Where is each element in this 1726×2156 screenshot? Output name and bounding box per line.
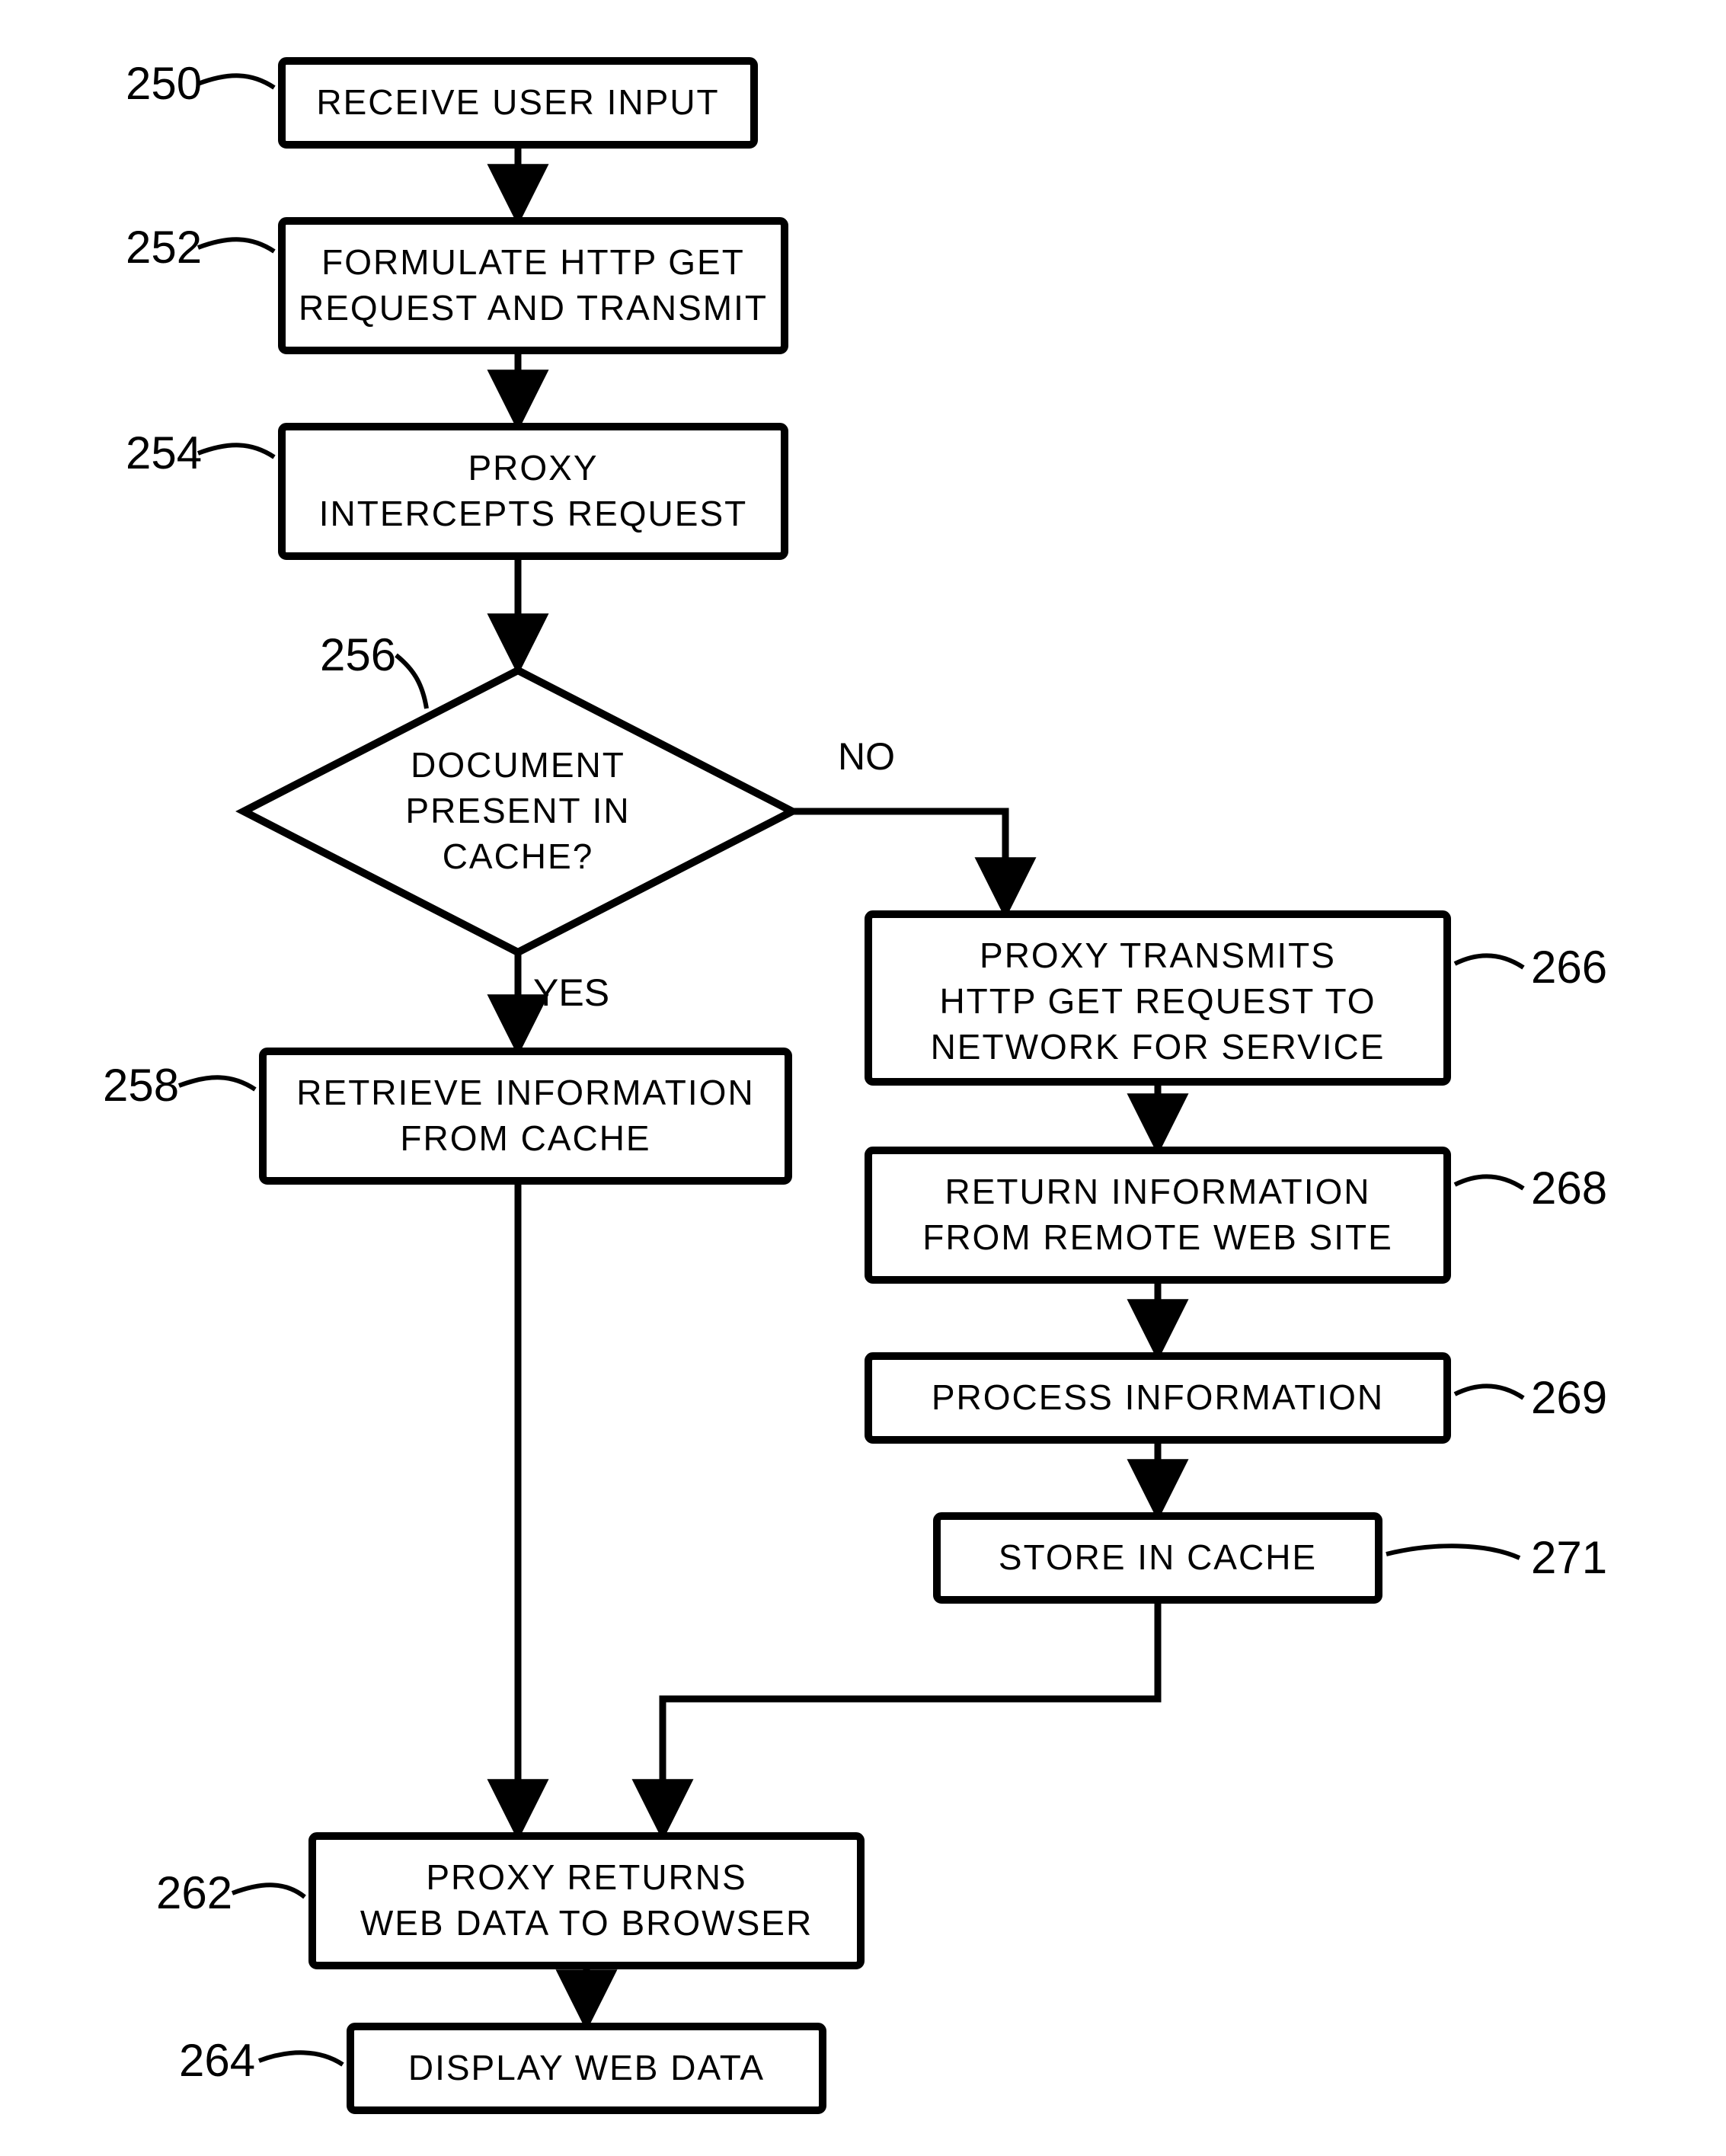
node-proxy-transmits: PROXY TRANSMITS HTTP GET REQUEST TO NETW… <box>868 914 1447 1082</box>
node-display-web-data: DISPLAY WEB DATA <box>350 2026 823 2110</box>
svg-text:WEB DATA TO BROWSER: WEB DATA TO BROWSER <box>360 1903 813 1943</box>
ref-271: 271 <box>1531 1532 1607 1583</box>
svg-text:FROM REMOTE WEB SITE: FROM REMOTE WEB SITE <box>922 1217 1393 1257</box>
node-text: DOCUMENT <box>411 745 625 785</box>
ref-250: 250 <box>126 58 202 109</box>
svg-text:RETRIEVE INFORMATION: RETRIEVE INFORMATION <box>296 1073 754 1112</box>
node-text: RETRIEVE INFORMATION <box>296 1073 754 1112</box>
node-text: PROCESS INFORMATION <box>932 1377 1384 1417</box>
ref-264: 264 <box>179 2035 255 2086</box>
svg-text:PRESENT IN: PRESENT IN <box>405 791 630 830</box>
node-text: PROXY TRANSMITS <box>980 936 1336 975</box>
node-retrieve-from-cache: RETRIEVE INFORMATION FROM CACHE <box>263 1051 788 1181</box>
node-receive-user-input: RECEIVE USER INPUT <box>282 61 754 145</box>
svg-text:PROXY TRANSMITS: PROXY TRANSMITS <box>980 936 1336 975</box>
ref-258: 258 <box>103 1060 179 1111</box>
node-text: PROXY <box>468 448 598 488</box>
ref-252: 252 <box>126 222 202 273</box>
svg-text:HTTP GET REQUEST TO: HTTP GET REQUEST TO <box>939 981 1376 1021</box>
branch-yes: YES <box>533 971 609 1014</box>
node-text: FROM REMOTE WEB SITE <box>922 1217 1393 1257</box>
svg-text:NETWORK FOR SERVICE: NETWORK FOR SERVICE <box>931 1027 1386 1067</box>
svg-text:DOCUMENT: DOCUMENT <box>411 745 625 785</box>
ref-268: 268 <box>1531 1163 1607 1214</box>
svg-text:PROXY RETURNS: PROXY RETURNS <box>426 1857 746 1897</box>
svg-text:PROCESS INFORMATION: PROCESS INFORMATION <box>932 1377 1384 1417</box>
node-text: NETWORK FOR SERVICE <box>931 1027 1386 1067</box>
ref-256: 256 <box>320 629 396 680</box>
node-text: RECEIVE USER INPUT <box>316 82 719 122</box>
node-text: FORMULATE HTTP GET <box>321 242 745 282</box>
node-text: REQUEST AND TRANSMIT <box>299 288 768 328</box>
ref-262: 262 <box>156 1867 232 1918</box>
node-text: RETURN INFORMATION <box>945 1172 1370 1211</box>
node-store-in-cache: STORE IN CACHE <box>937 1516 1379 1600</box>
node-proxy-intercepts: PROXY INTERCEPTS REQUEST <box>282 427 785 556</box>
svg-text:PROXY: PROXY <box>468 448 598 488</box>
branch-no: NO <box>838 735 895 778</box>
edge-271-262 <box>663 1600 1158 1828</box>
ref-254: 254 <box>126 427 202 478</box>
node-text: WEB DATA TO BROWSER <box>360 1903 813 1943</box>
ref-269: 269 <box>1531 1372 1607 1423</box>
svg-text:DISPLAY WEB DATA: DISPLAY WEB DATA <box>408 2048 765 2087</box>
node-document-in-cache: DOCUMENT PRESENT IN CACHE? <box>244 670 792 952</box>
svg-text:FORMULATE HTTP GET: FORMULATE HTTP GET <box>321 242 745 282</box>
node-text: DISPLAY WEB DATA <box>408 2048 765 2087</box>
svg-text:CACHE?: CACHE? <box>443 836 594 876</box>
node-text: STORE IN CACHE <box>999 1537 1317 1577</box>
edge-256-266 <box>792 811 1005 907</box>
svg-text:RETURN INFORMATION: RETURN INFORMATION <box>945 1172 1370 1211</box>
ref-266: 266 <box>1531 942 1607 993</box>
node-text: CACHE? <box>443 836 594 876</box>
node-formulate-http-get: FORMULATE HTTP GET REQUEST AND TRANSMIT <box>282 221 785 350</box>
node-process-information: PROCESS INFORMATION <box>868 1356 1447 1440</box>
node-text: PRESENT IN <box>405 791 630 830</box>
svg-text:RECEIVE USER INPUT: RECEIVE USER INPUT <box>316 82 719 122</box>
svg-text:FROM CACHE: FROM CACHE <box>400 1118 650 1158</box>
node-text: INTERCEPTS REQUEST <box>319 494 748 533</box>
node-text: FROM CACHE <box>400 1118 650 1158</box>
node-proxy-returns: PROXY RETURNS WEB DATA TO BROWSER <box>312 1836 861 1966</box>
node-return-information: RETURN INFORMATION FROM REMOTE WEB SITE <box>868 1150 1447 1280</box>
node-text: HTTP GET REQUEST TO <box>939 981 1376 1021</box>
svg-text:INTERCEPTS REQUEST: INTERCEPTS REQUEST <box>319 494 748 533</box>
svg-text:REQUEST AND TRANSMIT: REQUEST AND TRANSMIT <box>299 288 768 328</box>
svg-text:STORE IN CACHE: STORE IN CACHE <box>999 1537 1317 1577</box>
node-text: PROXY RETURNS <box>426 1857 746 1897</box>
